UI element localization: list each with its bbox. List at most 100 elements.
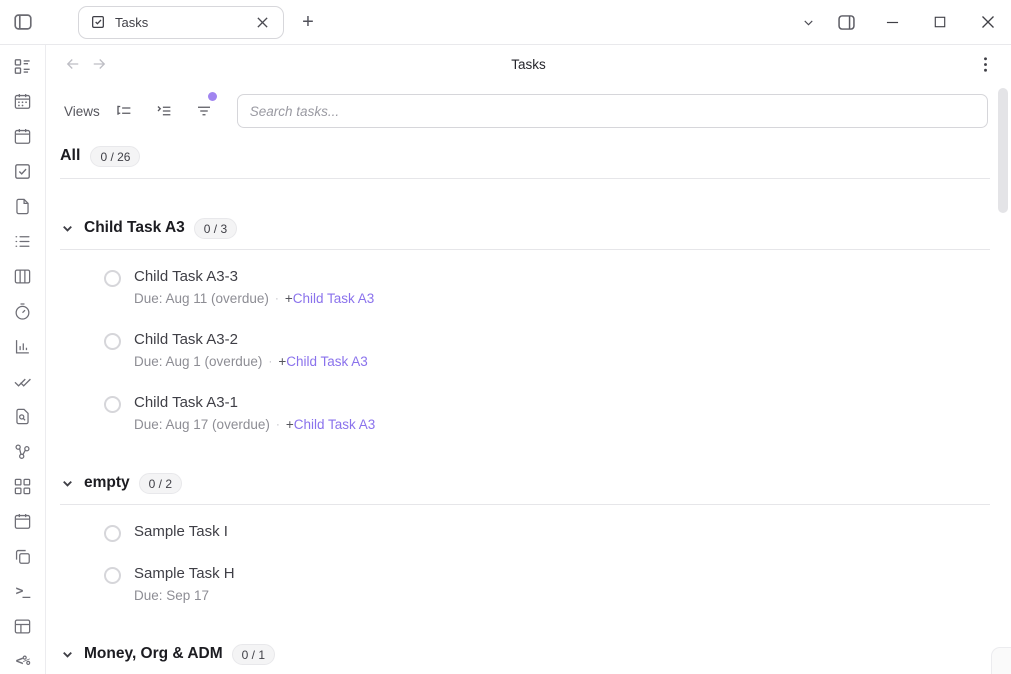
group-title: empty xyxy=(84,474,130,492)
widgets-icon[interactable] xyxy=(12,477,34,496)
task-checkbox[interactable] xyxy=(104,396,121,413)
parent-plus: + xyxy=(286,415,294,434)
task-checkbox[interactable] xyxy=(104,333,121,350)
group-header-empty[interactable]: empty 0 / 2 xyxy=(46,470,1011,496)
task-meta: Due: Aug 11 (overdue) · +Child Task A3 xyxy=(134,289,374,308)
summary-count-badge: 0 / 26 xyxy=(90,146,140,167)
content-header: Tasks xyxy=(46,45,1011,83)
copy-pages-icon[interactable] xyxy=(12,547,34,566)
toolbar: Views xyxy=(60,94,988,128)
planner-icon[interactable] xyxy=(12,127,34,146)
calendar-schedule-icon[interactable] xyxy=(12,92,34,111)
parent-task-tag[interactable]: Child Task A3 xyxy=(293,289,375,308)
task-checkbox[interactable] xyxy=(104,525,121,542)
app-sidebar: >_ <% xyxy=(0,45,46,674)
task-due: Due: Sep 17 xyxy=(134,586,209,605)
list-view-icon[interactable] xyxy=(12,232,34,251)
file-search-icon[interactable] xyxy=(12,407,34,426)
task-title[interactable]: Sample Task I xyxy=(134,522,228,542)
graph-nodes-icon[interactable] xyxy=(12,442,34,461)
task-row: Child Task A3-1 Due: Aug 17 (overdue) · … xyxy=(104,393,1011,434)
search-input[interactable] xyxy=(237,94,988,128)
sidebar-right-toggle-icon[interactable] xyxy=(829,0,863,44)
kebab-menu-icon[interactable] xyxy=(973,52,997,76)
template-icon[interactable]: <% xyxy=(12,652,34,671)
group-header-child-task-a3[interactable]: Child Task A3 0 / 3 xyxy=(46,215,1011,241)
task-checkbox[interactable] xyxy=(104,567,121,584)
task-due: Due: Aug 11 (overdue) xyxy=(134,289,269,308)
filter-icon[interactable] xyxy=(184,95,224,127)
statistics-icon[interactable] xyxy=(12,337,34,356)
divider xyxy=(60,249,990,250)
task-row: Child Task A3-3 Due: Aug 11 (overdue) · … xyxy=(104,267,1011,308)
group-title: Money, Org & ADM xyxy=(84,645,223,663)
divider xyxy=(60,504,990,505)
scrollbar[interactable] xyxy=(998,88,1008,213)
summary-label: All xyxy=(60,147,80,165)
terminal-icon[interactable]: >_ xyxy=(12,582,34,601)
task-group: Child Task A3 0 / 3 Child Task A3-3 Due:… xyxy=(46,215,1011,434)
tasks-icon[interactable] xyxy=(12,162,34,181)
sidebar-left-toggle-icon[interactable] xyxy=(9,8,37,36)
tab-close-icon[interactable] xyxy=(252,12,272,32)
task-due: Due: Aug 1 (overdue) xyxy=(134,352,262,371)
group-count-badge: 0 / 1 xyxy=(232,644,275,665)
chevron-down-icon xyxy=(60,221,75,236)
layout-table-icon[interactable] xyxy=(12,617,34,636)
group-header-money-org-adm[interactable]: Money, Org & ADM 0 / 1 xyxy=(46,641,1011,667)
task-meta: Due: Aug 1 (overdue) · +Child Task A3 xyxy=(134,352,368,371)
done-double-check-icon[interactable] xyxy=(12,372,34,391)
divider xyxy=(60,178,990,179)
task-title[interactable]: Child Task A3-1 xyxy=(134,393,375,413)
titlebar: Tasks + xyxy=(0,0,1011,45)
views-button[interactable]: Views xyxy=(60,95,104,127)
filter-active-dot xyxy=(208,92,217,101)
maximize-button[interactable] xyxy=(923,0,957,44)
task-due: Due: Aug 17 (overdue) xyxy=(134,415,270,434)
task-title[interactable]: Child Task A3-3 xyxy=(134,267,374,287)
group-count-badge: 0 / 3 xyxy=(194,218,237,239)
tab-dropdown-chevron-icon[interactable] xyxy=(791,0,825,44)
task-meta: Due: Aug 17 (overdue) · +Child Task A3 xyxy=(134,415,375,434)
group-count-badge: 0 / 2 xyxy=(139,473,182,494)
parent-plus: + xyxy=(278,352,286,371)
parent-task-tag[interactable]: Child Task A3 xyxy=(286,352,368,371)
calendar-icon[interactable] xyxy=(12,512,34,531)
meta-separator: · xyxy=(268,352,272,371)
timer-icon[interactable] xyxy=(12,302,34,321)
forward-icon[interactable] xyxy=(86,51,112,77)
board-columns-icon[interactable] xyxy=(12,267,34,286)
tab-tasks[interactable]: Tasks xyxy=(78,6,284,39)
tree-view-icon[interactable] xyxy=(104,95,144,127)
back-icon[interactable] xyxy=(60,51,86,77)
task-row: Child Task A3-2 Due: Aug 1 (overdue) · +… xyxy=(104,330,1011,371)
task-title[interactable]: Child Task A3-2 xyxy=(134,330,368,350)
parent-task-tag[interactable]: Child Task A3 xyxy=(294,415,376,434)
task-row: Sample Task H Due: Sep 17 xyxy=(104,564,1011,605)
parent-plus: + xyxy=(285,289,293,308)
close-button[interactable] xyxy=(971,0,1005,44)
corner-widget xyxy=(991,647,1011,674)
task-meta: Due: Sep 17 xyxy=(134,586,235,605)
notes-icon[interactable] xyxy=(12,197,34,216)
summary-row: All 0 / 26 xyxy=(60,143,997,169)
task-checkbox[interactable] xyxy=(104,270,121,287)
meta-separator: · xyxy=(275,289,279,308)
tab-label: Tasks xyxy=(115,15,243,30)
task-group: Money, Org & ADM 0 / 1 xyxy=(46,641,1011,667)
tasks-check-icon xyxy=(90,14,106,30)
page-title: Tasks xyxy=(46,57,1011,72)
window-controls xyxy=(791,0,1011,44)
chevron-down-icon xyxy=(60,476,75,491)
collapse-list-icon[interactable] xyxy=(144,95,184,127)
minimize-button[interactable] xyxy=(875,0,909,44)
new-tab-button[interactable]: + xyxy=(292,7,324,37)
task-group: empty 0 / 2 Sample Task I Sample Task H … xyxy=(46,470,1011,605)
meta-separator: · xyxy=(276,415,280,434)
group-title: Child Task A3 xyxy=(84,219,185,237)
main-content: Tasks Views All 0 / 26 Child Task A3 0 / xyxy=(46,45,1011,674)
task-title[interactable]: Sample Task H xyxy=(134,564,235,584)
task-row: Sample Task I xyxy=(104,522,1011,542)
overview-icon[interactable] xyxy=(12,57,34,76)
chevron-down-icon xyxy=(60,647,75,662)
